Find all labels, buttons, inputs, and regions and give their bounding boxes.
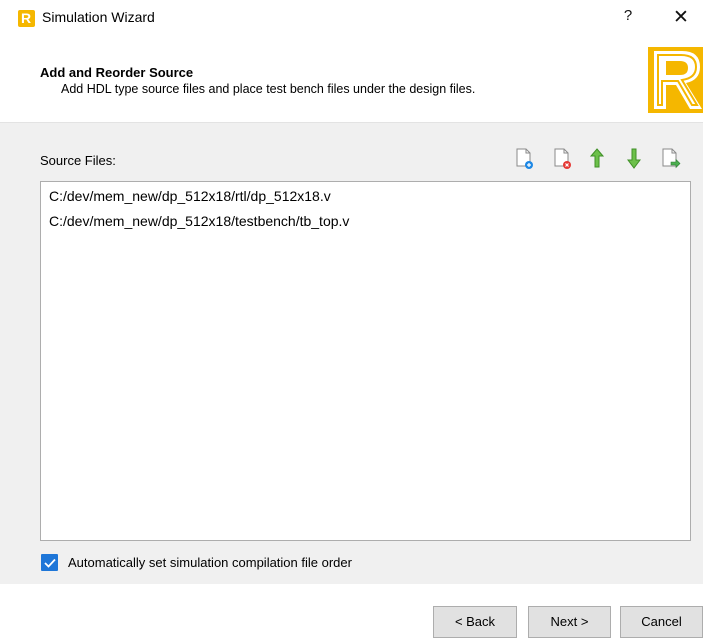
source-files-label: Source Files: bbox=[40, 153, 116, 168]
page-subtitle: Add HDL type source files and place test… bbox=[61, 82, 476, 96]
cancel-button[interactable]: Cancel bbox=[620, 606, 703, 638]
source-files-toolbar bbox=[510, 147, 700, 171]
list-item[interactable]: C:/dev/mem_new/dp_512x18/rtl/dp_512x18.v bbox=[49, 188, 331, 204]
window-title: Simulation Wizard bbox=[42, 9, 155, 25]
next-button[interactable]: Next > bbox=[528, 606, 611, 638]
close-button[interactable]: ✕ bbox=[668, 5, 694, 31]
help-button[interactable]: ? bbox=[618, 7, 638, 29]
app-logo-icon: R bbox=[18, 10, 35, 27]
auto-order-option[interactable]: Automatically set simulation compilation… bbox=[40, 553, 460, 573]
auto-order-checkbox[interactable] bbox=[41, 554, 58, 571]
page-title: Add and Reorder Source bbox=[40, 65, 194, 80]
add-file-icon[interactable] bbox=[514, 147, 536, 171]
down-arrow-icon[interactable] bbox=[623, 147, 645, 171]
wizard-header: Add and Reorder Source Add HDL type sour… bbox=[0, 38, 703, 122]
checkmark-icon bbox=[44, 558, 56, 568]
content-panel: Source Files: C:/dev/mem_new/dp_512x18/r… bbox=[0, 122, 703, 584]
list-item[interactable]: C:/dev/mem_new/dp_512x18/testbench/tb_to… bbox=[49, 213, 349, 229]
up-arrow-icon[interactable] bbox=[586, 147, 608, 171]
auto-order-label: Automatically set simulation compilation… bbox=[68, 555, 352, 570]
title-bar: R Simulation Wizard ? ✕ bbox=[0, 0, 703, 38]
back-button[interactable]: < Back bbox=[433, 606, 517, 638]
brand-logo-icon bbox=[648, 47, 703, 113]
remove-file-icon[interactable] bbox=[552, 147, 574, 171]
wizard-footer: < Back Next > Cancel bbox=[0, 584, 703, 641]
export-file-icon[interactable] bbox=[660, 147, 682, 171]
source-files-list[interactable]: C:/dev/mem_new/dp_512x18/rtl/dp_512x18.v… bbox=[40, 181, 691, 541]
